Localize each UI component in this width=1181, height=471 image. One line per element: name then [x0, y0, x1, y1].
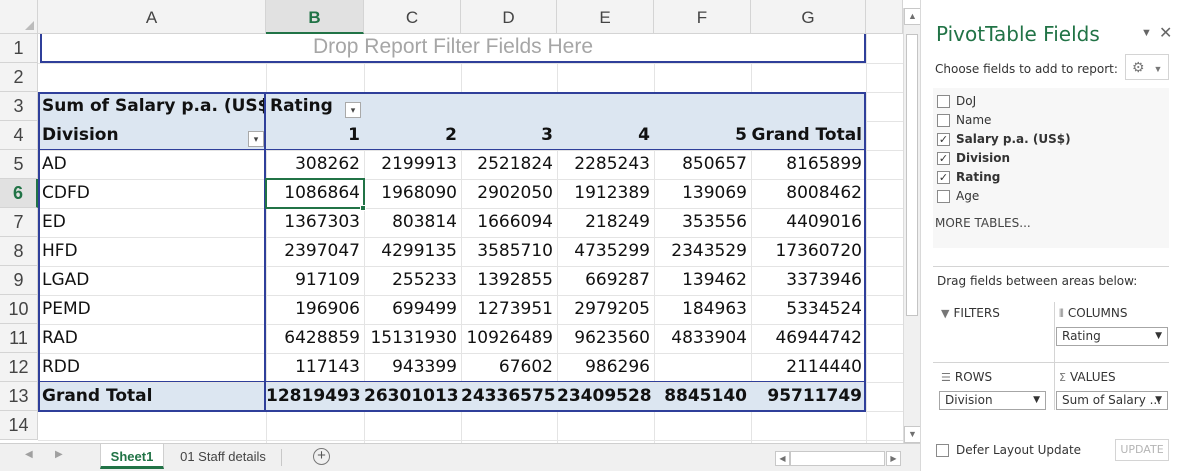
pane-title: PivotTable Fields: [936, 22, 1100, 46]
fill-handle[interactable]: [360, 205, 366, 211]
pivot-divider-line: [264, 92, 266, 412]
vertical-scrollbar[interactable]: ▲ ▼: [903, 8, 921, 443]
field-label: Salary p.a. (US$): [956, 132, 1071, 146]
values-area-title: VALUES: [1069, 370, 1116, 384]
pivottable-fields-pane: PivotTable Fields ▼ ✕ Choose fields to a…: [920, 0, 1181, 471]
active-cell-selection[interactable]: [265, 178, 365, 209]
values-area-field-label: Sum of Salary ...: [1062, 393, 1162, 407]
checkbox-checked-icon[interactable]: ✓: [937, 133, 950, 146]
scroll-up-icon[interactable]: ▲: [904, 8, 921, 25]
row-header-12[interactable]: 12: [0, 353, 38, 382]
field-label: DoJ: [956, 94, 977, 108]
rows-area-field-label: Division: [945, 393, 993, 407]
tab-scroll-right-icon[interactable]: ▶: [55, 449, 63, 460]
column-header-b[interactable]: B: [266, 0, 364, 34]
checkbox-checked-icon[interactable]: ✓: [937, 152, 950, 165]
filter-icon: ▼: [941, 307, 950, 320]
pane-divider: [933, 266, 1169, 267]
row-header-7[interactable]: 7: [0, 208, 38, 237]
column-header-f[interactable]: F: [654, 0, 751, 34]
checkbox-unchecked[interactable]: [937, 95, 950, 108]
close-icon[interactable]: ✕: [1159, 23, 1172, 43]
column-header-d[interactable]: D: [461, 0, 557, 34]
tab-sheet1[interactable]: Sheet1: [100, 444, 164, 469]
field-label: Rating: [956, 170, 1001, 184]
more-tables-link[interactable]: MORE TABLES...: [935, 216, 1031, 230]
row-header-3[interactable]: 3: [0, 92, 38, 121]
field-label: Name: [956, 113, 992, 127]
values-area-field-sum-salary[interactable]: Sum of Salary ... ▼: [1056, 391, 1168, 410]
chevron-down-icon: ▼: [1155, 395, 1162, 405]
select-all-corner[interactable]: [0, 0, 38, 34]
pane-subtitle: Choose fields to add to report:: [935, 62, 1118, 76]
column-header-g[interactable]: G: [751, 0, 866, 34]
area-separator: [1054, 302, 1055, 410]
columns-area-title: COLUMNS: [1067, 306, 1128, 320]
values-area-header: Σ VALUES: [1059, 370, 1116, 384]
row-header-11[interactable]: 11: [0, 324, 38, 353]
pivot-table-border: [38, 92, 866, 412]
chevron-down-icon: ▼: [1155, 331, 1162, 341]
column-header-a[interactable]: A: [38, 0, 266, 34]
pane-options-chevron-down-icon[interactable]: ▼: [1141, 27, 1152, 39]
report-filter-drop-zone[interactable]: Drop Report Filter Fields Here: [40, 34, 866, 63]
sigma-icon: Σ: [1059, 371, 1066, 384]
gridline: [38, 63, 903, 64]
columns-area-field-label: Rating: [1062, 329, 1101, 343]
rows-area-title: ROWS: [954, 370, 993, 384]
row-header-6[interactable]: 6: [0, 179, 38, 208]
checkbox-unchecked[interactable]: [937, 190, 950, 203]
checkbox-checked-icon[interactable]: ✓: [937, 171, 950, 184]
columns-area-header: ⦀ COLUMNS: [1059, 306, 1128, 321]
update-button[interactable]: UPDATE: [1115, 439, 1169, 461]
drag-hint: Drag fields between areas below:: [937, 274, 1138, 288]
field-label: Age: [956, 189, 980, 203]
add-sheet-plus-icon[interactable]: +: [313, 448, 330, 465]
rows-area-field-division[interactable]: Division ▼: [939, 391, 1046, 410]
tab-scroll-left-icon[interactable]: ◀: [25, 449, 33, 460]
horizontal-scrollbar[interactable]: [790, 451, 885, 466]
column-header-e[interactable]: E: [557, 0, 654, 34]
tab-separator: [281, 449, 282, 466]
row-header-9[interactable]: 9: [0, 266, 38, 295]
rows-icon: ☰: [941, 371, 951, 384]
defer-layout-checkbox[interactable]: [936, 444, 949, 457]
defer-layout-label: Defer Layout Update: [956, 443, 1082, 457]
checkbox-unchecked[interactable]: [937, 114, 950, 127]
row-header-2[interactable]: 2: [0, 63, 38, 92]
pivot-divider-line: [38, 381, 866, 382]
filters-area-title: FILTERS: [953, 306, 1000, 320]
vertical-scroll-thumb[interactable]: [906, 34, 918, 316]
row-header-5[interactable]: 5: [0, 150, 38, 179]
field-label: Division: [956, 151, 1011, 165]
row-header-10[interactable]: 10: [0, 295, 38, 324]
tab-staff-details[interactable]: 01 Staff details: [170, 444, 276, 469]
row-header-14[interactable]: 14: [0, 411, 38, 440]
scroll-down-icon[interactable]: ▼: [904, 426, 921, 443]
pane-divider: [933, 362, 1169, 363]
row-header-13[interactable]: 13: [0, 382, 38, 411]
select-all-triangle-icon: [25, 21, 34, 30]
chevron-down-icon: ▼: [1033, 395, 1040, 405]
row-header-1[interactable]: 1: [0, 34, 38, 63]
scroll-right-icon[interactable]: ▶: [886, 451, 901, 466]
columns-area-field-rating[interactable]: Rating ▼: [1056, 327, 1168, 346]
row-header-4[interactable]: 4: [0, 121, 38, 150]
column-header-c[interactable]: C: [364, 0, 461, 34]
gridline: [38, 440, 903, 441]
scroll-left-icon[interactable]: ◀: [775, 451, 790, 466]
worksheet-grid[interactable]: A B C D E F G 1 2 3 4 5 6 7 8 9 10 11 12…: [0, 0, 903, 443]
filters-area-header: ▼ FILTERS: [941, 306, 1000, 320]
sheet-tab-bar: ◀ ▶ Sheet1 01 Staff details + ◀ ▶: [0, 443, 920, 471]
row-header-8[interactable]: 8: [0, 237, 38, 266]
rows-area-header: ☰ ROWS: [941, 370, 992, 384]
column-header-blank[interactable]: [866, 0, 903, 34]
field-list-settings-button[interactable]: ⚙ ▼: [1125, 54, 1169, 80]
chevron-down-icon: ▼: [1153, 64, 1163, 74]
columns-icon: ⦀: [1059, 307, 1064, 320]
gear-icon: ⚙: [1132, 59, 1145, 75]
pivot-divider-line: [38, 149, 866, 150]
